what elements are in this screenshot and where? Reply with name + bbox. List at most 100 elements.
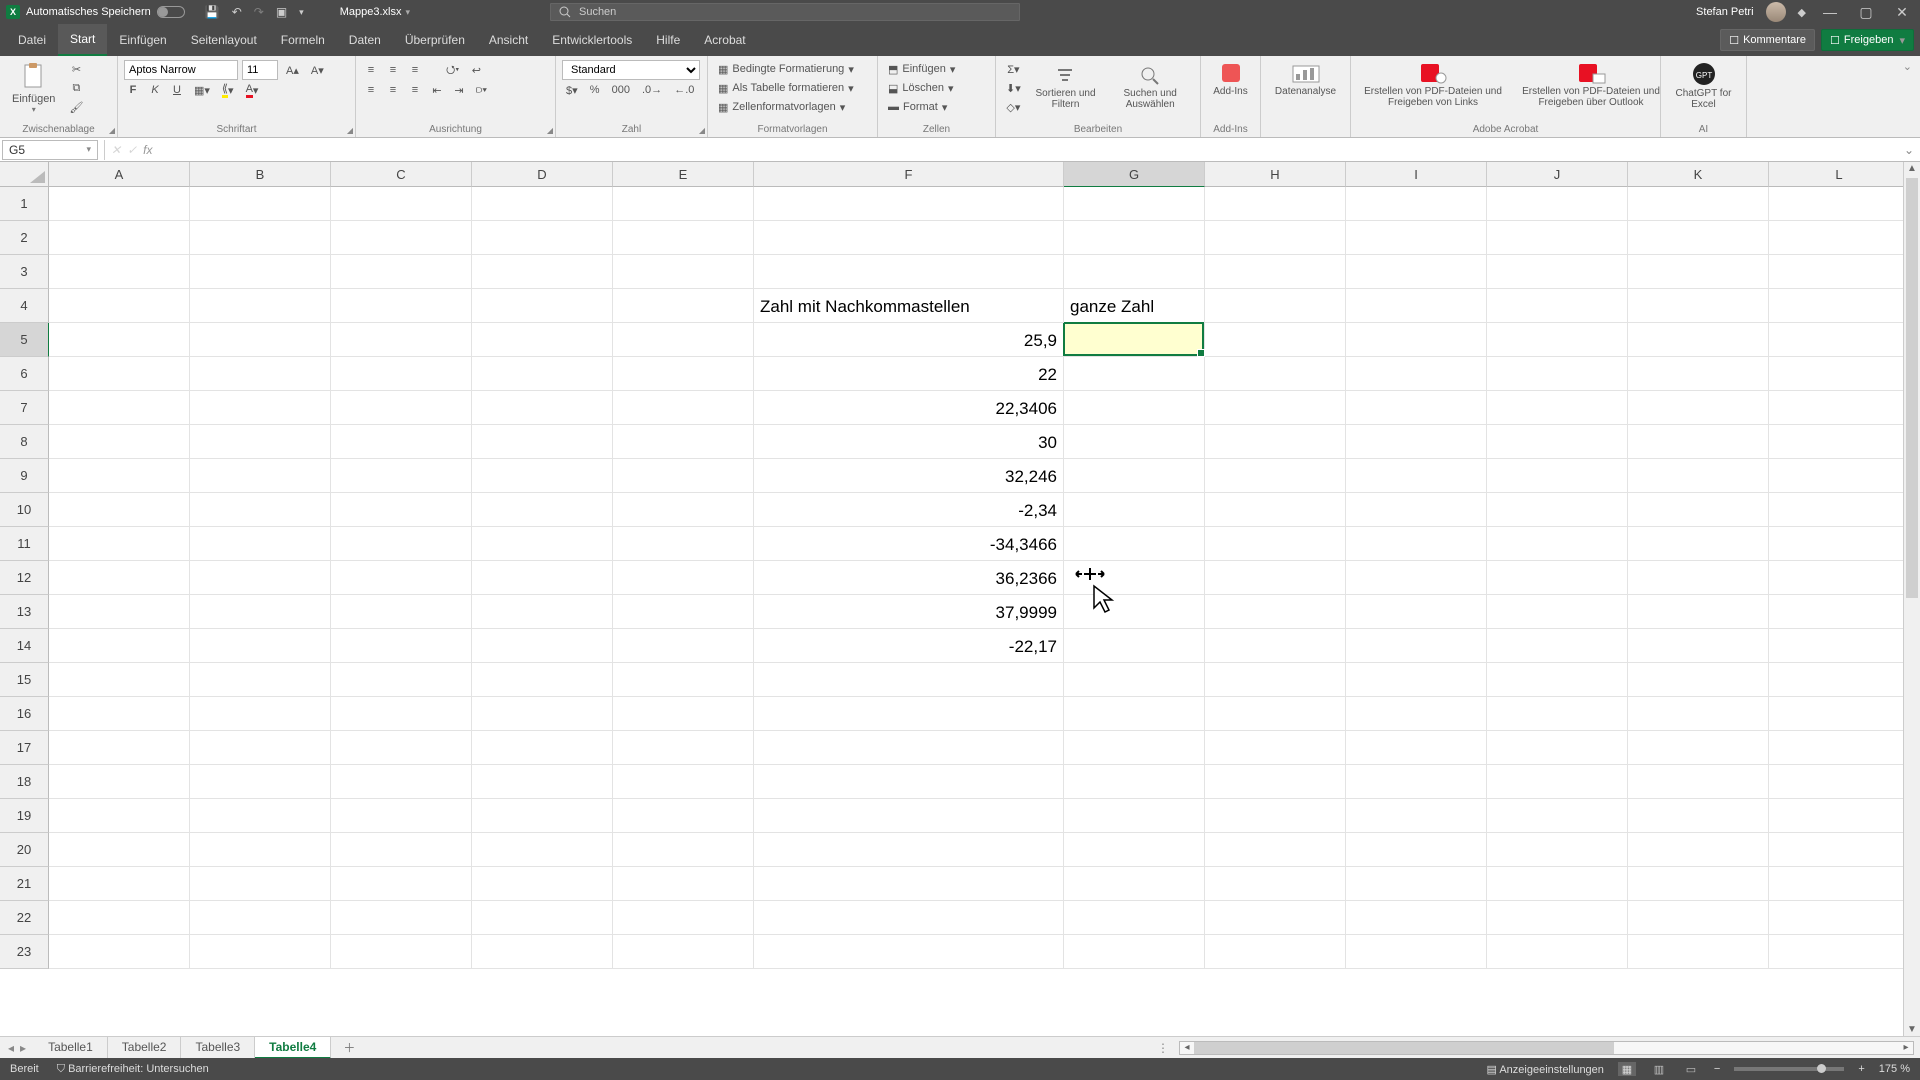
cell-K16[interactable] bbox=[1628, 697, 1769, 731]
cell-G18[interactable] bbox=[1064, 765, 1205, 799]
cell-L1[interactable] bbox=[1769, 187, 1910, 221]
cell-C11[interactable] bbox=[331, 527, 472, 561]
cell-C2[interactable] bbox=[331, 221, 472, 255]
cell-J7[interactable] bbox=[1487, 391, 1628, 425]
cell-D23[interactable] bbox=[472, 935, 613, 969]
cell-G14[interactable] bbox=[1064, 629, 1205, 663]
cell-G19[interactable] bbox=[1064, 799, 1205, 833]
diamond-icon[interactable]: ◆ bbox=[1798, 6, 1806, 19]
cell-J12[interactable] bbox=[1487, 561, 1628, 595]
col-header-L[interactable]: L bbox=[1769, 162, 1910, 187]
cell-F6[interactable]: 22 bbox=[754, 357, 1064, 391]
cell-F5[interactable]: 25,9 bbox=[754, 323, 1064, 357]
cell-B22[interactable] bbox=[190, 901, 331, 935]
increase-font-icon[interactable]: A▴ bbox=[282, 61, 303, 79]
cell-J19[interactable] bbox=[1487, 799, 1628, 833]
cell-A12[interactable] bbox=[49, 561, 190, 595]
cell-F17[interactable] bbox=[754, 731, 1064, 765]
delete-cells-button[interactable]: ⬓Löschen▾ bbox=[884, 79, 989, 97]
cell-L18[interactable] bbox=[1769, 765, 1910, 799]
cell-B18[interactable] bbox=[190, 765, 331, 799]
cell-D11[interactable] bbox=[472, 527, 613, 561]
select-all-corner[interactable] bbox=[0, 162, 49, 187]
indent-inc-icon[interactable]: ⇥ bbox=[450, 81, 468, 99]
border-icon[interactable]: ▦▾ bbox=[190, 81, 214, 99]
cell-E4[interactable] bbox=[613, 289, 754, 323]
cell-J20[interactable] bbox=[1487, 833, 1628, 867]
cell-B11[interactable] bbox=[190, 527, 331, 561]
cell-G5[interactable] bbox=[1064, 323, 1205, 357]
cell-G4[interactable]: ganze Zahl bbox=[1064, 289, 1205, 323]
cell-B10[interactable] bbox=[190, 493, 331, 527]
cell-E14[interactable] bbox=[613, 629, 754, 663]
cell-F9[interactable]: 32,246 bbox=[754, 459, 1064, 493]
font-name-input[interactable] bbox=[124, 60, 238, 80]
cell-G10[interactable] bbox=[1064, 493, 1205, 527]
row-header-14[interactable]: 14 bbox=[0, 629, 49, 663]
cell-A2[interactable] bbox=[49, 221, 190, 255]
formula-input[interactable] bbox=[158, 140, 1898, 160]
cell-K10[interactable] bbox=[1628, 493, 1769, 527]
cell-I13[interactable] bbox=[1346, 595, 1487, 629]
normal-view-icon[interactable]: ▦ bbox=[1618, 1062, 1636, 1076]
align-left-icon[interactable]: ≡ bbox=[362, 81, 380, 99]
cell-G1[interactable] bbox=[1064, 187, 1205, 221]
cell-F10[interactable]: -2,34 bbox=[754, 493, 1064, 527]
cell-J1[interactable] bbox=[1487, 187, 1628, 221]
cell-C5[interactable] bbox=[331, 323, 472, 357]
cell-K22[interactable] bbox=[1628, 901, 1769, 935]
cell-D2[interactable] bbox=[472, 221, 613, 255]
cell-C3[interactable] bbox=[331, 255, 472, 289]
cell-H5[interactable] bbox=[1205, 323, 1346, 357]
cell-L15[interactable] bbox=[1769, 663, 1910, 697]
cond-format-button[interactable]: ▦Bedingte Formatierung▾ bbox=[714, 60, 871, 78]
cell-L3[interactable] bbox=[1769, 255, 1910, 289]
cell-C8[interactable] bbox=[331, 425, 472, 459]
cell-G23[interactable] bbox=[1064, 935, 1205, 969]
cell-L16[interactable] bbox=[1769, 697, 1910, 731]
comments-button[interactable]: ☐ Kommentare bbox=[1720, 29, 1815, 51]
cell-G17[interactable] bbox=[1064, 731, 1205, 765]
row-header-7[interactable]: 7 bbox=[0, 391, 49, 425]
tab-hilfe[interactable]: Hilfe bbox=[644, 24, 692, 56]
cell-A14[interactable] bbox=[49, 629, 190, 663]
cell-K19[interactable] bbox=[1628, 799, 1769, 833]
indent-dec-icon[interactable]: ⇤ bbox=[428, 81, 446, 99]
cell-B16[interactable] bbox=[190, 697, 331, 731]
cell-F11[interactable]: -34,3466 bbox=[754, 527, 1064, 561]
row-header-11[interactable]: 11 bbox=[0, 527, 49, 561]
cell-A8[interactable] bbox=[49, 425, 190, 459]
col-header-H[interactable]: H bbox=[1205, 162, 1346, 187]
cell-D17[interactable] bbox=[472, 731, 613, 765]
row-header-8[interactable]: 8 bbox=[0, 425, 49, 459]
cell-J16[interactable] bbox=[1487, 697, 1628, 731]
cell-J14[interactable] bbox=[1487, 629, 1628, 663]
cell-L13[interactable] bbox=[1769, 595, 1910, 629]
cell-C21[interactable] bbox=[331, 867, 472, 901]
cell-L14[interactable] bbox=[1769, 629, 1910, 663]
cell-A15[interactable] bbox=[49, 663, 190, 697]
cell-I5[interactable] bbox=[1346, 323, 1487, 357]
sheet-tab-tabelle2[interactable]: Tabelle2 bbox=[108, 1037, 182, 1059]
cell-C19[interactable] bbox=[331, 799, 472, 833]
cell-E5[interactable] bbox=[613, 323, 754, 357]
cell-F4[interactable]: Zahl mit Nachkommastellen bbox=[754, 289, 1064, 323]
cell-D20[interactable] bbox=[472, 833, 613, 867]
col-header-B[interactable]: B bbox=[190, 162, 331, 187]
tab-überprüfen[interactable]: Überprüfen bbox=[393, 24, 477, 56]
cell-E2[interactable] bbox=[613, 221, 754, 255]
wrap-text-icon[interactable]: ↩ bbox=[467, 61, 485, 79]
row-header-17[interactable]: 17 bbox=[0, 731, 49, 765]
create-pdf-link-button[interactable]: Erstellen von PDF-Dateien und Freigeben … bbox=[1357, 60, 1509, 110]
row-header-15[interactable]: 15 bbox=[0, 663, 49, 697]
cell-A9[interactable] bbox=[49, 459, 190, 493]
create-pdf-outlook-button[interactable]: Erstellen von PDF-Dateien und Freigeben … bbox=[1515, 60, 1667, 110]
cell-J4[interactable] bbox=[1487, 289, 1628, 323]
cell-D22[interactable] bbox=[472, 901, 613, 935]
cell-C15[interactable] bbox=[331, 663, 472, 697]
cell-H21[interactable] bbox=[1205, 867, 1346, 901]
cell-G6[interactable] bbox=[1064, 357, 1205, 391]
cell-H14[interactable] bbox=[1205, 629, 1346, 663]
cell-I20[interactable] bbox=[1346, 833, 1487, 867]
find-select-button[interactable]: Suchen und Auswählen bbox=[1106, 60, 1194, 116]
